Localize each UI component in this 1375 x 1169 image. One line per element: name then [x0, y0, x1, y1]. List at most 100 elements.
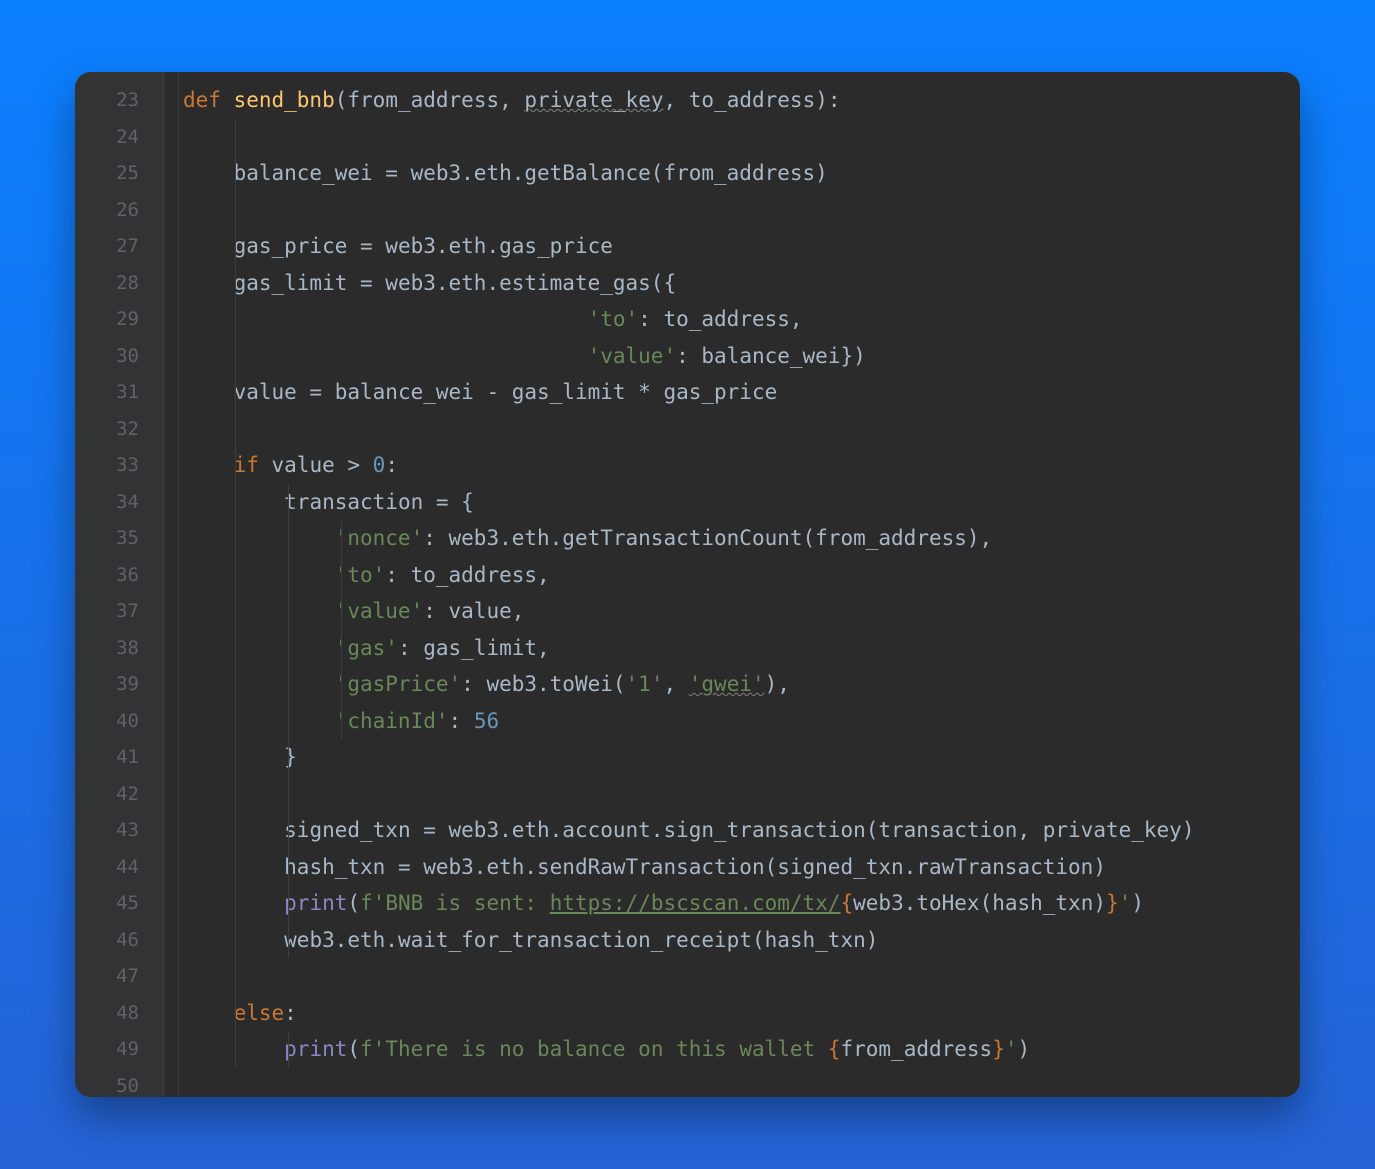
- token: 0: [373, 453, 386, 477]
- line-number: 23: [75, 82, 163, 119]
- code-line[interactable]: 'value': value,: [183, 593, 1300, 630]
- code-line[interactable]: [183, 192, 1300, 229]
- code-line[interactable]: print(f'There is no balance on this wall…: [183, 1031, 1300, 1068]
- token: (: [335, 88, 348, 112]
- token: 'gwei': [689, 672, 765, 696]
- token: ,: [499, 88, 524, 112]
- token: ),: [765, 672, 790, 696]
- line-number: 36: [75, 557, 163, 594]
- token: value = balance_wei - gas_limit * gas_pr…: [234, 380, 778, 404]
- token: :: [449, 709, 474, 733]
- token: 'gasPrice': [335, 672, 461, 696]
- token: 56: [474, 709, 499, 733]
- token: ,: [663, 672, 688, 696]
- token: def: [183, 88, 234, 112]
- code-line[interactable]: 'to': to_address,: [183, 557, 1300, 594]
- line-number: 37: [75, 593, 163, 630]
- line-number: 39: [75, 666, 163, 703]
- token: print: [284, 891, 347, 915]
- token: ):: [815, 88, 840, 112]
- line-number: 25: [75, 155, 163, 192]
- token: 'nonce': [335, 526, 424, 550]
- line-number: 31: [75, 374, 163, 411]
- code-line[interactable]: print(f'BNB is sent: https://bscscan.com…: [183, 885, 1300, 922]
- token: ): [1131, 891, 1144, 915]
- token: from_address: [347, 88, 499, 112]
- token: value >: [272, 453, 373, 477]
- token: balance_wei = web3.eth.getBalance(from_a…: [234, 161, 828, 185]
- line-number: 32: [75, 411, 163, 448]
- code-line[interactable]: 'to': to_address,: [183, 301, 1300, 338]
- code-line[interactable]: signed_txn = web3.eth.account.sign_trans…: [183, 812, 1300, 849]
- token: hash_txn = web3.eth.sendRawTransaction(s…: [284, 855, 1106, 879]
- token: {: [840, 891, 853, 915]
- token: }: [1106, 891, 1119, 915]
- code-line[interactable]: 'nonce': web3.eth.getTransactionCount(fr…: [183, 520, 1300, 557]
- code-line[interactable]: else:: [183, 995, 1300, 1032]
- line-number: 28: [75, 265, 163, 302]
- code-line[interactable]: gas_price = web3.eth.gas_price: [183, 228, 1300, 265]
- line-number: 47: [75, 958, 163, 995]
- line-number: 24: [75, 119, 163, 156]
- token: send_bnb: [234, 88, 335, 112]
- code-line[interactable]: web3.eth.wait_for_transaction_receipt(ha…: [183, 922, 1300, 959]
- code-line[interactable]: [183, 119, 1300, 156]
- token: (: [347, 891, 360, 915]
- line-number-gutter: 2324252627282930313233343536373839404142…: [75, 72, 164, 1097]
- token: to_address: [689, 88, 815, 112]
- token: ): [1018, 1037, 1031, 1061]
- code-line[interactable]: }: [183, 739, 1300, 776]
- code-line[interactable]: def send_bnb(from_address, private_key, …: [183, 82, 1300, 119]
- line-number: 45: [75, 885, 163, 922]
- token: :: [284, 1001, 297, 1025]
- code-area[interactable]: def send_bnb(from_address, private_key, …: [179, 72, 1300, 1097]
- line-number: 27: [75, 228, 163, 265]
- token: : balance_wei}): [676, 344, 866, 368]
- token: ,: [663, 88, 688, 112]
- code-line[interactable]: value = balance_wei - gas_limit * gas_pr…: [183, 374, 1300, 411]
- line-number: 48: [75, 995, 163, 1032]
- line-number: 33: [75, 447, 163, 484]
- token: web3.toHex(hash_txn): [853, 891, 1106, 915]
- token: gas_price = web3.eth.gas_price: [234, 234, 613, 258]
- code-line[interactable]: balance_wei = web3.eth.getBalance(from_a…: [183, 155, 1300, 192]
- token: 'gas': [335, 636, 398, 660]
- code-editor[interactable]: 2324252627282930313233343536373839404142…: [75, 72, 1300, 1097]
- token: signed_txn = web3.eth.account.sign_trans…: [284, 818, 1194, 842]
- code-line[interactable]: if value > 0:: [183, 447, 1300, 484]
- token: '1': [626, 672, 664, 696]
- token: : gas_limit,: [398, 636, 550, 660]
- token: : value,: [423, 599, 524, 623]
- code-line[interactable]: [183, 776, 1300, 813]
- code-line[interactable]: transaction = {: [183, 484, 1300, 521]
- token: https://bscscan.com/tx/: [550, 891, 841, 915]
- token: : web3.toWei(: [461, 672, 625, 696]
- line-number: 38: [75, 630, 163, 667]
- token: : to_address,: [638, 307, 802, 331]
- code-line[interactable]: 'chainId': 56: [183, 703, 1300, 740]
- code-line[interactable]: 'gasPrice': web3.toWei('1', 'gwei'),: [183, 666, 1300, 703]
- line-number: 46: [75, 922, 163, 959]
- code-line[interactable]: [183, 1068, 1300, 1098]
- code-line[interactable]: [183, 411, 1300, 448]
- line-number: 50: [75, 1068, 163, 1098]
- line-number: 30: [75, 338, 163, 375]
- line-number: 35: [75, 520, 163, 557]
- token: 'chainId': [335, 709, 449, 733]
- line-number: 40: [75, 703, 163, 740]
- token: [234, 307, 588, 331]
- code-line[interactable]: gas_limit = web3.eth.estimate_gas({: [183, 265, 1300, 302]
- token: f'BNB is sent:: [360, 891, 550, 915]
- token: 'to': [335, 563, 386, 587]
- code-line[interactable]: 'value': balance_wei}): [183, 338, 1300, 375]
- code-line[interactable]: hash_txn = web3.eth.sendRawTransaction(s…: [183, 849, 1300, 886]
- token: (: [347, 1037, 360, 1061]
- token: 'value': [588, 344, 677, 368]
- code-line[interactable]: 'gas': gas_limit,: [183, 630, 1300, 667]
- token: [234, 344, 588, 368]
- code-line[interactable]: [183, 958, 1300, 995]
- token: transaction = {: [284, 490, 474, 514]
- line-number: 29: [75, 301, 163, 338]
- line-number: 49: [75, 1031, 163, 1068]
- line-number: 34: [75, 484, 163, 521]
